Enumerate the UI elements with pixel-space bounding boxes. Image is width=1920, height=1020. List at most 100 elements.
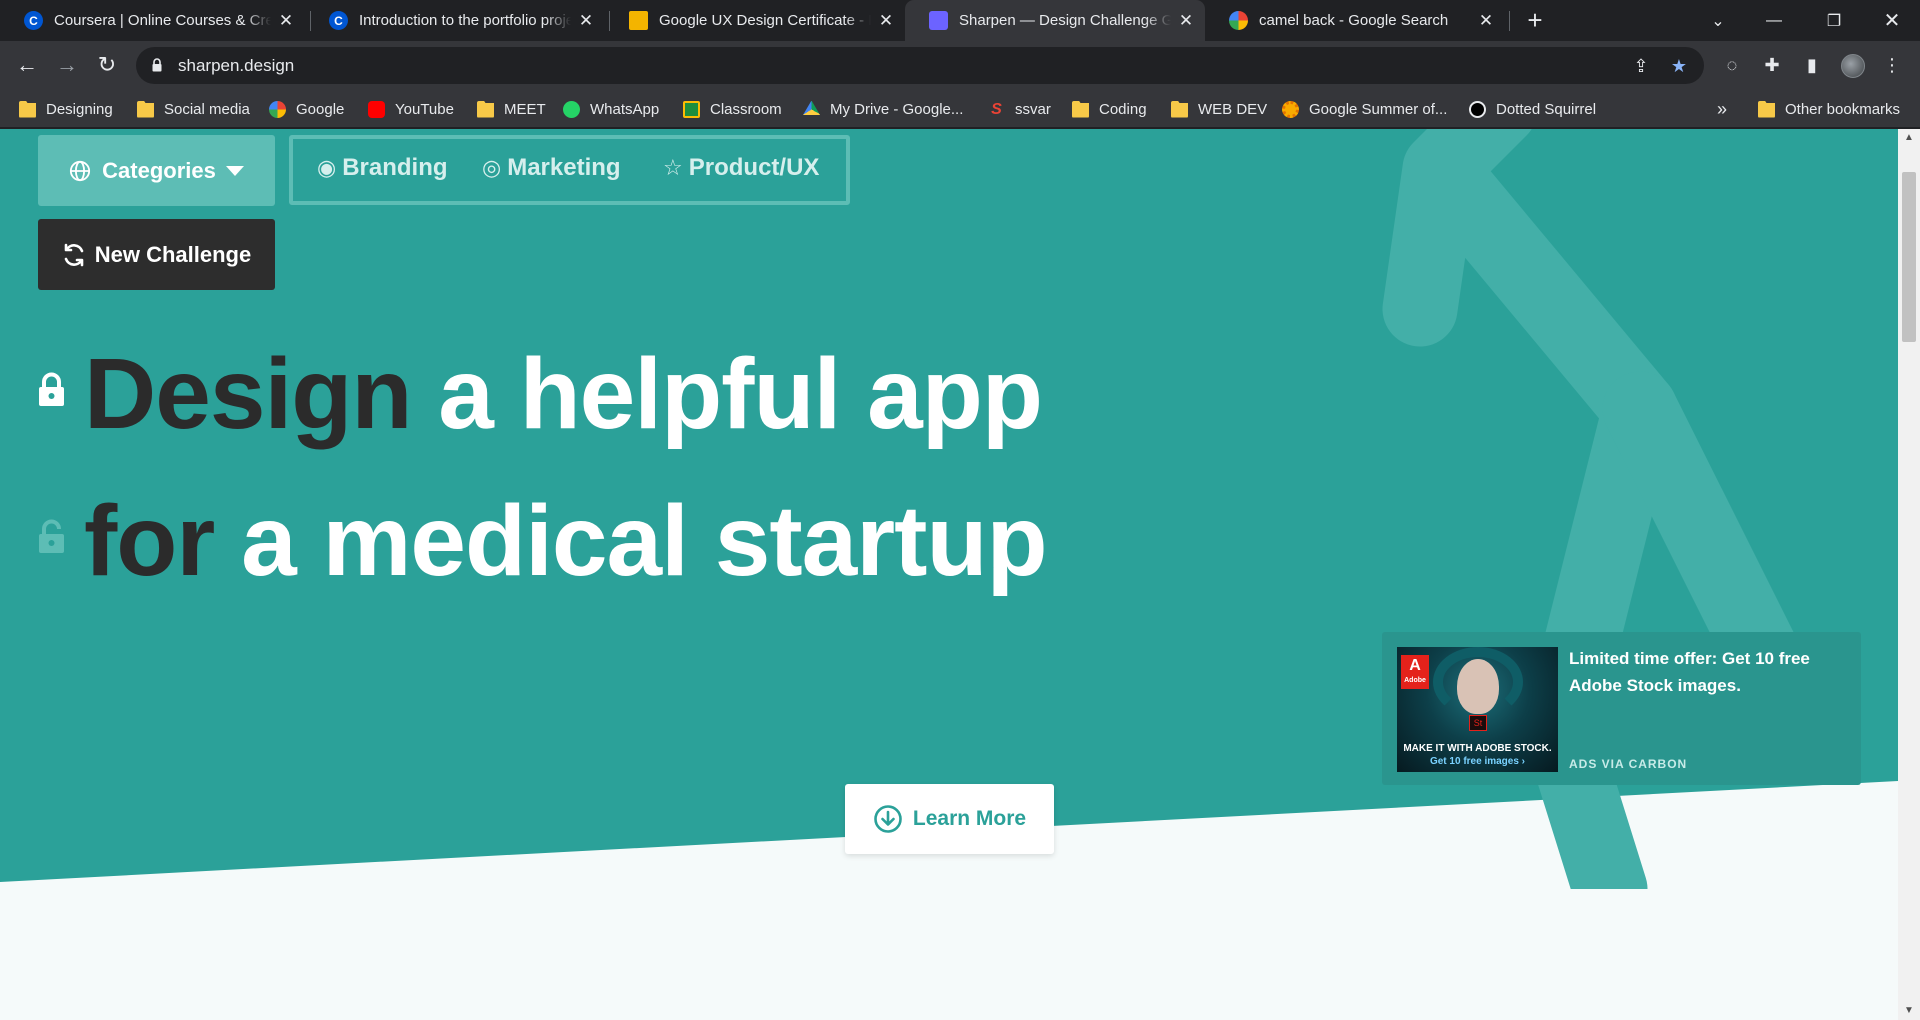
learn-more-button[interactable]: Learn More [845,784,1054,854]
bookmarks-overflow-button[interactable]: » [1717,90,1727,128]
arrow-down-circle-icon [874,805,902,833]
ad-text[interactable]: Limited time offer: Get 10 free Adobe St… [1569,645,1839,699]
minimize-button[interactable]: — [1746,0,1802,41]
challenge-verb: Design [84,338,412,450]
tab-title: Coursera | Online Courses & Credentials … [54,12,271,29]
adobe-logo-letter: A [1409,657,1421,674]
close-icon[interactable]: ✕ [1177,11,1195,31]
new-challenge-button[interactable]: New Challenge [38,219,275,290]
ad-image[interactable]: A Adobe St MAKE IT WITH ADOBE STOCK. Get … [1397,647,1558,772]
window-close-button[interactable]: ✕ [1864,0,1920,41]
extensions-puzzle-icon[interactable]: ✚ [1760,53,1784,77]
challenge-object: a helpful app [438,338,1043,450]
challenge-target: a medical startup [241,485,1048,597]
other-bookmarks[interactable]: Other bookmarks [1758,90,1900,128]
close-icon[interactable]: ✕ [277,11,295,31]
coursera-icon: C [329,11,348,30]
ssvar-icon: S [991,100,1002,118]
bookmark-google[interactable]: Google [269,90,344,128]
bookmark-label: Coding [1099,100,1147,118]
challenge-line-1: Design a helpful app [84,344,1043,444]
youtube-icon [368,100,385,118]
back-button[interactable]: ← [11,49,43,81]
tab-google-search[interactable]: camel back - Google Search ✕ [1205,0,1505,41]
google-icon [269,100,286,118]
bookmark-web-dev[interactable]: WEB DEV [1171,90,1267,128]
filter-label: Branding [342,154,448,181]
bookmark-label: Google Summer of... [1309,100,1448,118]
tab-ux-certificate[interactable]: Google UX Design Certificate - Portfolio… [605,0,905,41]
tab-title: Google UX Design Certificate - Portfolio [659,12,871,29]
carbon-ad[interactable]: A Adobe St MAKE IT WITH ADOBE STOCK. Get … [1382,632,1861,785]
filter-product-ux[interactable]: ☆ Product/UX [663,154,819,182]
tab-title: Sharpen — Design Challenge Generator [959,12,1171,29]
share-icon[interactable]: ⇪ [1630,55,1652,77]
new-tab-button[interactable]: + [1521,4,1549,36]
scrollbar-thumb[interactable] [1902,172,1916,342]
bookmark-star-icon[interactable]: ★ [1668,55,1690,77]
folder-icon [19,100,36,118]
tab-portfolio-project[interactable]: C Introduction to the portfolio project … [305,0,605,41]
bookmark-gsoc[interactable]: Google Summer of... [1282,90,1447,128]
lock-icon[interactable] [152,58,162,72]
google-slides-icon [629,11,648,30]
tab-title: Introduction to the portfolio project [359,12,571,29]
close-icon[interactable]: ✕ [577,11,595,31]
bookmark-youtube[interactable]: YouTube [368,90,454,128]
locked-icon[interactable] [38,372,65,407]
scroll-down-arrow-icon[interactable]: ▼ [1898,1002,1920,1020]
tab-sharpen[interactable]: Sharpen — Design Challenge Generator ✕ [905,0,1205,41]
bookmark-dotted-squirrel[interactable]: Dotted Squirrel [1469,90,1596,128]
bookmark-classroom[interactable]: Classroom [683,90,782,128]
classroom-icon [683,100,700,118]
menu-kebab-icon[interactable]: ⋮ [1880,53,1904,77]
close-icon[interactable]: ✕ [1477,11,1495,31]
url-text[interactable]: sharpen.design [178,56,294,76]
sharpen-icon [929,11,948,30]
extension-sync-icon[interactable]: ◌ [1720,53,1744,77]
bookmark-label: ssvar [1015,100,1051,118]
bookmark-label: WEB DEV [1198,100,1268,118]
bookmark-label: MEET [504,100,546,118]
close-icon[interactable]: ✕ [877,11,895,31]
learn-more-label: Learn More [912,807,1027,830]
folder-icon [1072,100,1089,118]
bookmark-label: Designing [46,100,113,118]
tab-coursera-home[interactable]: C Coursera | Online Courses & Credential… [0,0,305,41]
scroll-up-arrow-icon[interactable]: ▲ [1898,129,1920,147]
gsoc-icon [1282,100,1299,118]
bookmark-meet[interactable]: MEET [477,90,546,128]
refresh-icon [64,243,84,266]
challenge-line-2: for a medical startup [84,491,1048,591]
bookmark-ssvar[interactable]: Sssvar [988,90,1051,128]
bookmark-whatsapp[interactable]: WhatsApp [563,90,659,128]
bookmark-social-media[interactable]: Social media [137,90,250,128]
ad-image-tagline: MAKE IT WITH ADOBE STOCK. [1403,743,1552,754]
reload-button[interactable]: ↻ [91,49,123,81]
whatsapp-icon [563,100,580,118]
bookmark-label: Classroom [710,100,782,118]
unlocked-icon[interactable] [38,519,65,554]
restore-button[interactable]: ❐ [1806,0,1862,41]
bookmark-my-drive[interactable]: My Drive - Google... [803,90,963,128]
bookmark-label: YouTube [395,100,454,118]
caret-down-icon [225,165,244,176]
filter-branding[interactable]: ◉ Branding [317,154,448,182]
folder-icon [137,100,154,118]
tab-separator [1509,11,1510,31]
bookmark-designing[interactable]: Designing [19,90,113,128]
ad-image-cta: Get 10 free images › [1429,756,1526,767]
tab-search-icon[interactable]: ⌄ [1690,0,1746,41]
profile-avatar[interactable] [1841,54,1865,78]
filter-marketing[interactable]: ◎ Marketing [482,154,621,182]
forward-button[interactable]: → [51,49,83,81]
ad-image-face [1457,659,1499,714]
ad-via-carbon[interactable]: ADS VIA CARBON [1569,757,1687,771]
bookmark-coding[interactable]: Coding [1072,90,1147,128]
address-bar[interactable]: sharpen.design ⇪ ★ [136,47,1704,84]
bookmark-label: WhatsApp [590,100,660,118]
side-panel-icon[interactable]: ▮ [1800,53,1824,77]
bookmark-label: Google [296,100,345,118]
categories-dropdown[interactable]: Categories [38,135,275,206]
challenge-preposition: for [84,485,215,597]
